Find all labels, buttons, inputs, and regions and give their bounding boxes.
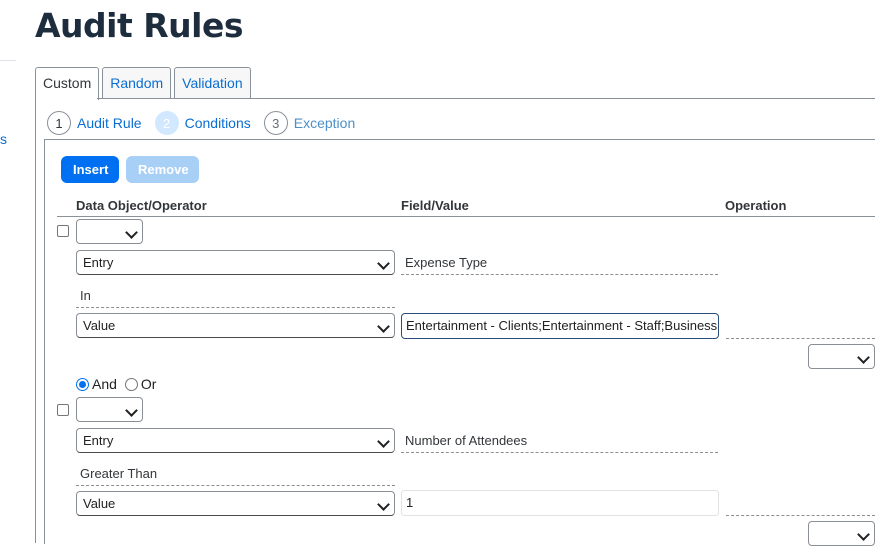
page-title: Audit Rules (35, 6, 243, 45)
select-value: Entry (83, 255, 114, 270)
select-value: Entry (83, 433, 114, 448)
right-object-select[interactable]: Value (76, 491, 395, 516)
right-value-input[interactable]: 1 (401, 490, 719, 516)
chevron-down-icon (857, 528, 870, 541)
chevron-down-icon (857, 351, 870, 364)
sidebar: s (0, 0, 16, 543)
step-number: 1 (47, 111, 71, 135)
chevron-down-icon (377, 435, 390, 448)
insert-button[interactable]: Insert (61, 156, 119, 183)
chevron-down-icon (377, 257, 390, 270)
step-exception[interactable]: 3 Exception (263, 111, 356, 135)
paren-select[interactable] (76, 397, 143, 422)
chevron-down-icon (125, 226, 138, 239)
operation-select[interactable] (808, 344, 875, 369)
tab-divider (97, 98, 875, 99)
step-number: 2 (154, 111, 179, 135)
step-number: 3 (263, 111, 288, 135)
left-field[interactable]: Number of Attendees (401, 429, 718, 453)
or-label: Or (140, 376, 157, 392)
operation-select[interactable] (808, 521, 875, 546)
and-label: And (92, 376, 117, 392)
operator-field[interactable]: Greater Than (76, 462, 395, 486)
left-object-select[interactable]: Entry (76, 250, 395, 275)
tab-bar: Custom Random Validation (35, 67, 251, 100)
left-object-select[interactable]: Entry (76, 428, 395, 453)
left-field[interactable]: Expense Type (401, 251, 718, 275)
step-label: Conditions (184, 115, 251, 131)
step-audit-rule[interactable]: 1 Audit Rule (47, 111, 142, 135)
column-header-operation: Operation (725, 198, 787, 213)
chevron-down-icon (125, 404, 138, 417)
wizard-steps: 1 Audit Rule 2 Conditions 3 Exception (47, 111, 368, 135)
operator-field[interactable]: In (76, 284, 395, 308)
sidebar-item-label[interactable]: s (0, 131, 7, 147)
column-header-data-object: Data Object/Operator (76, 198, 207, 213)
right-value-input[interactable]: Entertainment - Clients;Entertainment - … (401, 313, 719, 339)
sidebar-divider (0, 60, 16, 61)
row-checkbox[interactable] (57, 225, 69, 237)
column-header-field-value: Field/Value (401, 198, 469, 213)
select-value: Value (83, 496, 116, 511)
row-checkbox[interactable] (57, 404, 69, 416)
step-label: Audit Rule (77, 115, 142, 131)
tab-random[interactable]: Random (102, 67, 172, 98)
right-object-select[interactable]: Value (76, 313, 395, 338)
and-radio[interactable] (76, 377, 89, 391)
select-value: Value (83, 318, 116, 333)
step-label: Exception (293, 115, 356, 131)
chevron-down-icon (377, 498, 390, 511)
step-conditions[interactable]: 2 Conditions (154, 111, 251, 135)
remove-button[interactable]: Remove (126, 156, 199, 183)
or-radio[interactable] (124, 377, 138, 391)
panel-border (35, 98, 36, 543)
paren-select[interactable] (76, 219, 143, 244)
chevron-down-icon (377, 320, 390, 333)
header-divider (57, 216, 875, 217)
operation-field[interactable] (726, 338, 875, 340)
tab-custom[interactable]: Custom (35, 67, 100, 100)
conjunction-radio-group: And Or (76, 376, 164, 392)
tab-validation[interactable]: Validation (174, 67, 251, 98)
operation-field[interactable] (726, 515, 875, 517)
